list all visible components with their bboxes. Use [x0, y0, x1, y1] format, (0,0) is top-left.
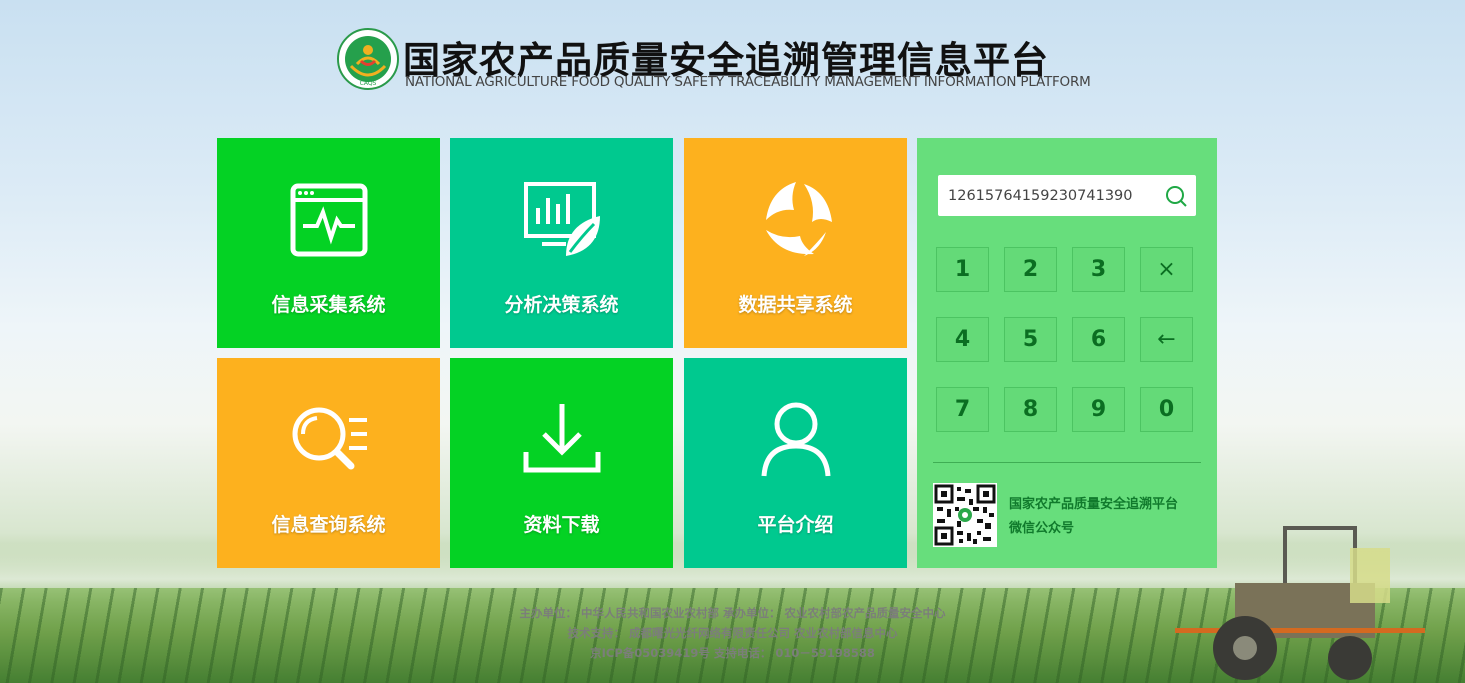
tile-label: 资料下载 [523, 514, 600, 536]
tile-info-query[interactable]: 信息查询系统 [217, 358, 440, 568]
trace-code-search [938, 175, 1196, 216]
caqs-logo-icon: CAQS [337, 28, 399, 90]
keypad-key-8[interactable]: 8 [1004, 387, 1057, 432]
trace-code-input[interactable] [948, 175, 1158, 216]
keypad-key-2[interactable]: 2 [1004, 247, 1057, 292]
page-subtitle: NATIONAL AGRICULTURE FOOD QUALITY SAFETY… [405, 74, 1091, 90]
footer-icp: 京ICP备05039419号 支持电话： 010－59198588 [590, 646, 875, 660]
search-icon[interactable] [1164, 184, 1188, 208]
keypad-key-3[interactable]: 3 [1072, 247, 1125, 292]
wechat-caption-line1: 国家农产品质量安全追溯平台 [1009, 497, 1179, 512]
tile-label: 平台介绍 [757, 514, 834, 536]
wechat-caption: 国家农产品质量安全追溯平台 微信公众号 [1009, 493, 1178, 541]
tile-label: 分析决策系统 [504, 294, 619, 316]
recycle-leaf-icon [765, 182, 832, 256]
svg-text:CAQS: CAQS [360, 80, 377, 87]
keypad-key-4[interactable]: 4 [936, 317, 989, 362]
chart-leaf-icon [523, 182, 600, 256]
tile-label: 信息查询系统 [271, 514, 386, 536]
tile-analysis-decision[interactable]: 分析决策系统 [450, 138, 673, 348]
search-list-icon [292, 407, 367, 470]
keypad-key-5[interactable]: 5 [1004, 317, 1057, 362]
keypad-key-6[interactable]: 6 [1072, 317, 1125, 362]
trace-query-panel: 1 2 3 × 4 5 6 ← 7 8 9 0 国家农产品质量安全追溯平台 微信… [917, 138, 1217, 568]
footer-organizers: 主办单位： 中华人民共和国农业农村部 承办单位： 农业农村部农产品质量安全中心 [519, 606, 946, 620]
tile-info-collection[interactable]: 信息采集系统 [217, 138, 440, 348]
tile-label: 数据共享系统 [738, 294, 853, 316]
panel-divider [933, 462, 1201, 463]
download-icon [523, 404, 600, 473]
wechat-qr-code [933, 483, 997, 547]
tile-label: 信息采集系统 [271, 294, 386, 316]
tile-download[interactable]: 资料下载 [450, 358, 673, 568]
tile-data-sharing[interactable]: 数据共享系统 [684, 138, 907, 348]
page-header: CAQS 国家农产品质量安全追溯管理信息平台 NATIONAL AGRICULT… [337, 28, 1117, 98]
keypad-key-7[interactable]: 7 [936, 387, 989, 432]
keypad-clear-button[interactable]: × [1140, 247, 1193, 292]
monitor-pulse-icon [290, 183, 367, 257]
user-icon [761, 402, 830, 477]
page-footer: 主办单位： 中华人民共和国农业农村部 承办单位： 农业农村部农产品质量安全中心 … [0, 603, 1465, 663]
keypad-key-0[interactable]: 0 [1140, 387, 1193, 432]
keypad-key-9[interactable]: 9 [1072, 387, 1125, 432]
keypad-backspace-button[interactable]: ← [1140, 317, 1193, 362]
tile-platform-intro[interactable]: 平台介绍 [684, 358, 907, 568]
wechat-caption-line2: 微信公众号 [1009, 521, 1075, 536]
keypad-key-1[interactable]: 1 [936, 247, 989, 292]
footer-tech-support: 技术支持： 成都曙光光纤网络有限责任公司 农业农村部信息中心 [567, 626, 898, 640]
